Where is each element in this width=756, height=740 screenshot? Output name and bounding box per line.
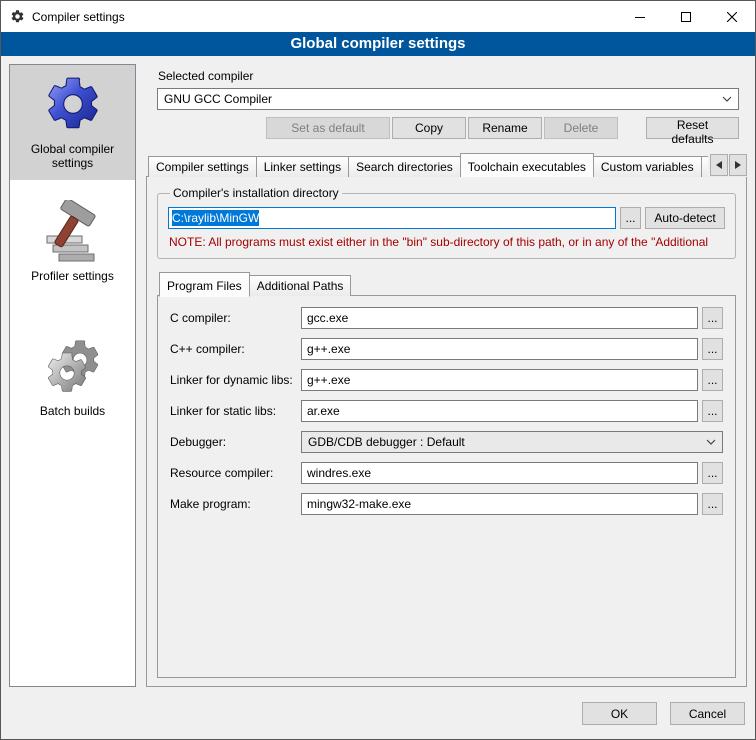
maximize-icon bbox=[681, 12, 691, 22]
tab-toolchain-executables[interactable]: Toolchain executables bbox=[460, 153, 594, 177]
field-row-cpp-compiler: C++ compiler: ... bbox=[170, 338, 723, 360]
field-row-linker-static: Linker for static libs: ... bbox=[170, 400, 723, 422]
tab-scroll-right-icon bbox=[735, 161, 741, 169]
auto-detect-button[interactable]: Auto-detect bbox=[645, 207, 725, 229]
compiler-settings-window: Compiler settings Global compiler settin… bbox=[0, 0, 756, 740]
copy-button[interactable]: Copy bbox=[392, 117, 466, 139]
linker-dynamic-label: Linker for dynamic libs: bbox=[170, 373, 301, 387]
resource-compiler-label: Resource compiler: bbox=[170, 466, 301, 480]
program-files-panel: C compiler: ... C++ compiler: ... Linker… bbox=[157, 295, 736, 678]
make-program-input[interactable] bbox=[301, 493, 698, 515]
chevron-down-icon bbox=[722, 96, 732, 102]
debugger-value: GDB/CDB debugger : Default bbox=[308, 435, 702, 449]
cpp-compiler-browse-button[interactable]: ... bbox=[702, 338, 723, 360]
linker-dynamic-input[interactable] bbox=[301, 369, 698, 391]
tab-custom-variables[interactable]: Custom variables bbox=[593, 156, 702, 177]
sidebar-item-label: Batch builds bbox=[40, 404, 105, 418]
tab-additional-paths[interactable]: Additional Paths bbox=[249, 275, 352, 296]
linker-static-input[interactable] bbox=[301, 400, 698, 422]
installation-directory-input[interactable]: C:\raylib\MinGW bbox=[168, 207, 616, 229]
resource-compiler-input[interactable] bbox=[301, 462, 698, 484]
c-compiler-label: C compiler: bbox=[170, 311, 301, 325]
debugger-label: Debugger: bbox=[170, 435, 301, 449]
reset-defaults-button[interactable]: Reset defaults bbox=[646, 117, 739, 139]
settings-category-list: Global compiler settings bbox=[9, 64, 136, 687]
installation-directory-browse-button[interactable]: ... bbox=[620, 207, 641, 229]
make-program-label: Make program: bbox=[170, 497, 301, 511]
linker-dynamic-browse-button[interactable]: ... bbox=[702, 369, 723, 391]
field-row-c-compiler: C compiler: ... bbox=[170, 307, 723, 329]
batch-builds-gears-icon bbox=[43, 337, 103, 397]
field-row-linker-dynamic: Linker for dynamic libs: ... bbox=[170, 369, 723, 391]
tab-linker-settings[interactable]: Linker settings bbox=[256, 156, 349, 177]
chevron-down-icon bbox=[706, 439, 716, 445]
tab-search-directories[interactable]: Search directories bbox=[348, 156, 461, 177]
ok-button[interactable]: OK bbox=[582, 702, 657, 725]
minimize-icon bbox=[635, 12, 645, 22]
debugger-dropdown[interactable]: GDB/CDB debugger : Default bbox=[301, 431, 723, 453]
dialog-body: Global compiler settings bbox=[1, 56, 755, 695]
c-compiler-input[interactable] bbox=[301, 307, 698, 329]
selected-compiler-section: Selected compiler GNU GCC Compiler Set a… bbox=[146, 64, 747, 139]
cpp-compiler-input[interactable] bbox=[301, 338, 698, 360]
make-program-browse-button[interactable]: ... bbox=[702, 493, 723, 515]
profiler-hammer-icon bbox=[44, 200, 102, 262]
window-controls bbox=[617, 1, 755, 32]
installation-directory-group-label: Compiler's installation directory bbox=[170, 186, 342, 200]
rename-button[interactable]: Rename bbox=[468, 117, 542, 139]
sidebar-item-profiler-settings[interactable]: Profiler settings bbox=[10, 192, 135, 293]
app-icon bbox=[10, 9, 25, 24]
compiler-actions: Set as default Copy Rename Delete Reset … bbox=[157, 117, 739, 139]
close-button[interactable] bbox=[709, 1, 755, 32]
c-compiler-browse-button[interactable]: ... bbox=[702, 307, 723, 329]
linker-static-label: Linker for static libs: bbox=[170, 404, 301, 418]
installation-directory-row: C:\raylib\MinGW ... Auto-detect bbox=[168, 207, 725, 229]
minimize-button[interactable] bbox=[617, 1, 663, 32]
linker-static-browse-button[interactable]: ... bbox=[702, 400, 723, 422]
installation-directory-selected-text: C:\raylib\MinGW bbox=[172, 210, 259, 226]
tab-scroll-right-button[interactable] bbox=[729, 154, 747, 176]
toolchain-executables-panel: Compiler's installation directory C:\ray… bbox=[146, 176, 747, 687]
set-as-default-button[interactable]: Set as default bbox=[266, 117, 390, 139]
cpp-compiler-label: C++ compiler: bbox=[170, 342, 301, 356]
selected-compiler-value: GNU GCC Compiler bbox=[164, 92, 718, 106]
close-icon bbox=[727, 12, 737, 22]
field-row-make-program: Make program: ... bbox=[170, 493, 723, 515]
tab-scroll-controls bbox=[708, 154, 747, 176]
maximize-button[interactable] bbox=[663, 1, 709, 32]
installation-directory-group: Compiler's installation directory C:\ray… bbox=[157, 186, 736, 259]
bin-subdirectory-note: NOTE: All programs must exist either in … bbox=[169, 235, 724, 249]
sidebar-item-global-compiler-settings[interactable]: Global compiler settings bbox=[10, 65, 135, 180]
sidebar-item-batch-builds[interactable]: Batch builds bbox=[10, 329, 135, 428]
cancel-button[interactable]: Cancel bbox=[670, 702, 745, 725]
field-row-debugger: Debugger: GDB/CDB debugger : Default bbox=[170, 431, 723, 453]
dialog-header: Global compiler settings bbox=[1, 32, 755, 56]
field-row-resource-compiler: Resource compiler: ... bbox=[170, 462, 723, 484]
main-panel: Selected compiler GNU GCC Compiler Set a… bbox=[146, 64, 747, 687]
tab-scroll-left-icon bbox=[716, 161, 722, 169]
window-title: Compiler settings bbox=[32, 10, 125, 24]
compiler-tabstrip: Compiler settings Linker settings Search… bbox=[146, 152, 747, 177]
resource-compiler-browse-button[interactable]: ... bbox=[702, 462, 723, 484]
dialog-footer: OK Cancel bbox=[1, 695, 755, 739]
tab-program-files[interactable]: Program Files bbox=[159, 272, 250, 297]
titlebar[interactable]: Compiler settings bbox=[1, 1, 755, 32]
delete-button[interactable]: Delete bbox=[544, 117, 618, 139]
global-compiler-gear-icon bbox=[42, 73, 104, 135]
sidebar-item-label: Global compiler settings bbox=[13, 142, 132, 170]
toolchain-inner-tabstrip: Program Files Additional Paths bbox=[157, 271, 736, 296]
selected-compiler-dropdown[interactable]: GNU GCC Compiler bbox=[157, 88, 739, 110]
selected-compiler-label: Selected compiler bbox=[158, 69, 739, 83]
tab-scroll-left-button[interactable] bbox=[710, 154, 728, 176]
tab-compiler-settings[interactable]: Compiler settings bbox=[148, 156, 257, 177]
sidebar-item-label: Profiler settings bbox=[31, 269, 114, 283]
